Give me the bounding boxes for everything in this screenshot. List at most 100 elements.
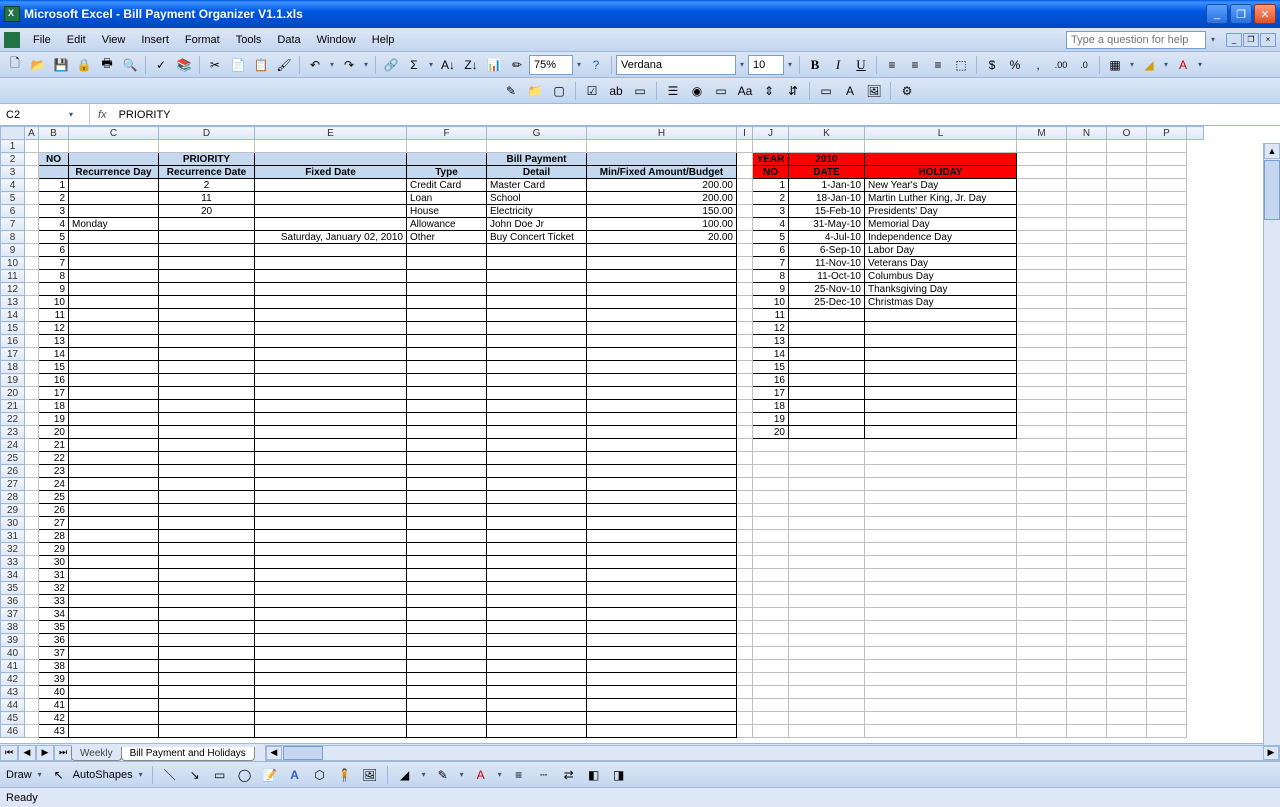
menu-window[interactable]: Window <box>310 31 363 49</box>
font-color-icon[interactable]: A <box>1172 54 1194 76</box>
tab-nav-prev[interactable]: ◀ <box>18 745 36 761</box>
help-dropdown-icon[interactable]: ▾ <box>1208 35 1218 44</box>
fontsize-dropdown[interactable]: ▾ <box>785 60 795 69</box>
cut-icon[interactable]: ✂ <box>204 54 226 76</box>
hyperlink-icon[interactable]: 🔗 <box>380 54 402 76</box>
new-icon[interactable]: 🗋 <box>4 54 26 76</box>
formula-input[interactable] <box>115 109 1280 121</box>
menu-file[interactable]: File <box>26 31 58 49</box>
rectangle-icon[interactable]: ▭ <box>209 764 231 786</box>
clipart-icon[interactable]: 🧍 <box>334 764 356 786</box>
tab-nav-first[interactable]: ⏮ <box>0 745 18 761</box>
underline-button[interactable]: U <box>850 54 872 76</box>
fx-button[interactable]: fx <box>90 109 115 121</box>
arrow-icon[interactable]: ↘ <box>184 764 206 786</box>
chart-icon[interactable]: 📊 <box>483 54 505 76</box>
scroll-up-icon[interactable]: ▲ <box>1264 143 1280 159</box>
font-dropdown[interactable]: ▾ <box>737 60 747 69</box>
format-painter-icon[interactable]: 🖌 <box>273 54 295 76</box>
tool-icon-2[interactable]: 📁 <box>524 80 546 102</box>
paste-icon[interactable]: 📋 <box>250 54 272 76</box>
sheet-tab-weekly[interactable]: Weekly <box>71 747 122 761</box>
menu-view[interactable]: View <box>95 31 133 49</box>
menu-tools[interactable]: Tools <box>229 31 269 49</box>
fontcolor-dropdown[interactable]: ▾ <box>1195 60 1205 69</box>
autosum-dropdown[interactable]: ▾ <box>426 60 436 69</box>
align-right-icon[interactable]: ≡ <box>927 54 949 76</box>
oval-icon[interactable]: ◯ <box>234 764 256 786</box>
permission-icon[interactable]: 🔒 <box>73 54 95 76</box>
scroll-icon[interactable]: ⇕ <box>758 80 780 102</box>
menu-data[interactable]: Data <box>270 31 307 49</box>
picture-icon[interactable]: 🖼 <box>359 764 381 786</box>
arrow-style-icon[interactable]: ⇄ <box>558 764 580 786</box>
drawing-icon[interactable]: ✏ <box>506 54 528 76</box>
checkbox-icon[interactable]: ☑ <box>581 80 603 102</box>
label-icon[interactable]: Aa <box>734 80 756 102</box>
scroll-right-icon[interactable]: ▶ <box>1263 746 1279 760</box>
vertical-scrollbar[interactable]: ▲ ▼ <box>1263 143 1280 761</box>
close-button[interactable]: ✕ <box>1254 4 1276 24</box>
diagram-icon[interactable]: ⬡ <box>309 764 331 786</box>
shadow-icon[interactable]: ◧ <box>583 764 605 786</box>
autoshapes-menu[interactable]: AutoShapes <box>73 769 133 781</box>
spinner-icon[interactable]: ⇵ <box>782 80 804 102</box>
font-select[interactable] <box>616 55 736 75</box>
sort-asc-icon[interactable]: A↓ <box>437 54 459 76</box>
redo-icon[interactable]: ↷ <box>338 54 360 76</box>
tool-icon-1[interactable]: ✎ <box>500 80 522 102</box>
print-preview-icon[interactable]: 🔍 <box>119 54 141 76</box>
borders-icon[interactable]: ▦ <box>1104 54 1126 76</box>
tab-nav-next[interactable]: ▶ <box>36 745 54 761</box>
decrease-decimal-icon[interactable]: .0 <box>1073 54 1095 76</box>
autoshapes-dropdown[interactable]: ▾ <box>136 770 146 779</box>
draw-menu[interactable]: Draw <box>6 769 32 781</box>
textbox-icon[interactable]: ab <box>605 80 627 102</box>
open-icon[interactable]: 📂 <box>27 54 49 76</box>
doc-close-button[interactable]: × <box>1260 33 1276 47</box>
line-style-icon[interactable]: ≡ <box>508 764 530 786</box>
hscroll-thumb[interactable] <box>283 746 323 760</box>
increase-decimal-icon[interactable]: .00 <box>1050 54 1072 76</box>
menu-help[interactable]: Help <box>365 31 402 49</box>
italic-button[interactable]: I <box>827 54 849 76</box>
horizontal-scrollbar[interactable]: ◀ ▶ <box>265 745 1280 761</box>
fill-bucket-icon[interactable]: ◢ <box>394 764 416 786</box>
bold-button[interactable]: B <box>804 54 826 76</box>
text-icon[interactable]: A <box>839 80 861 102</box>
tab-nav-last[interactable]: ⏭ <box>54 745 72 761</box>
minimize-button[interactable]: _ <box>1206 4 1228 24</box>
doc-minimize-button[interactable]: _ <box>1226 33 1242 47</box>
menu-edit[interactable]: Edit <box>60 31 93 49</box>
more-icon[interactable]: ⚙ <box>896 80 918 102</box>
doc-restore-button[interactable]: ❐ <box>1243 33 1259 47</box>
line-color-icon[interactable]: ✎ <box>432 764 454 786</box>
undo-icon[interactable]: ↶ <box>304 54 326 76</box>
zoom-input[interactable] <box>529 55 573 75</box>
scroll-left-icon[interactable]: ◀ <box>266 746 282 760</box>
borders-dropdown[interactable]: ▾ <box>1127 60 1137 69</box>
zoom-dropdown[interactable]: ▾ <box>574 60 584 69</box>
image-icon[interactable]: 🖼 <box>863 80 885 102</box>
fc-dd[interactable]: ▾ <box>495 770 505 779</box>
list-icon[interactable]: ☰ <box>662 80 684 102</box>
align-center-icon[interactable]: ≡ <box>904 54 926 76</box>
name-box-dropdown[interactable]: ▾ <box>66 110 76 119</box>
line-icon[interactable]: ＼ <box>159 764 181 786</box>
group-icon[interactable]: ▭ <box>710 80 732 102</box>
maximize-button[interactable]: ❐ <box>1230 4 1252 24</box>
copy-icon[interactable]: 📄 <box>227 54 249 76</box>
font-color-draw-icon[interactable]: A <box>470 764 492 786</box>
fill-dd[interactable]: ▾ <box>419 770 429 779</box>
combo-icon[interactable]: ▭ <box>629 80 651 102</box>
redo-dropdown[interactable]: ▾ <box>361 60 371 69</box>
merge-center-icon[interactable]: ⬚ <box>950 54 972 76</box>
textbox-draw-icon[interactable]: 📝 <box>259 764 281 786</box>
vscroll-thumb[interactable] <box>1264 160 1280 220</box>
undo-dropdown[interactable]: ▾ <box>327 60 337 69</box>
draw-dropdown[interactable]: ▾ <box>35 770 45 779</box>
fill-color-icon[interactable]: ◢ <box>1138 54 1160 76</box>
research-icon[interactable]: 📚 <box>173 54 195 76</box>
name-box[interactable]: ▾ <box>0 104 90 125</box>
print-icon[interactable]: 🖶 <box>96 54 118 76</box>
